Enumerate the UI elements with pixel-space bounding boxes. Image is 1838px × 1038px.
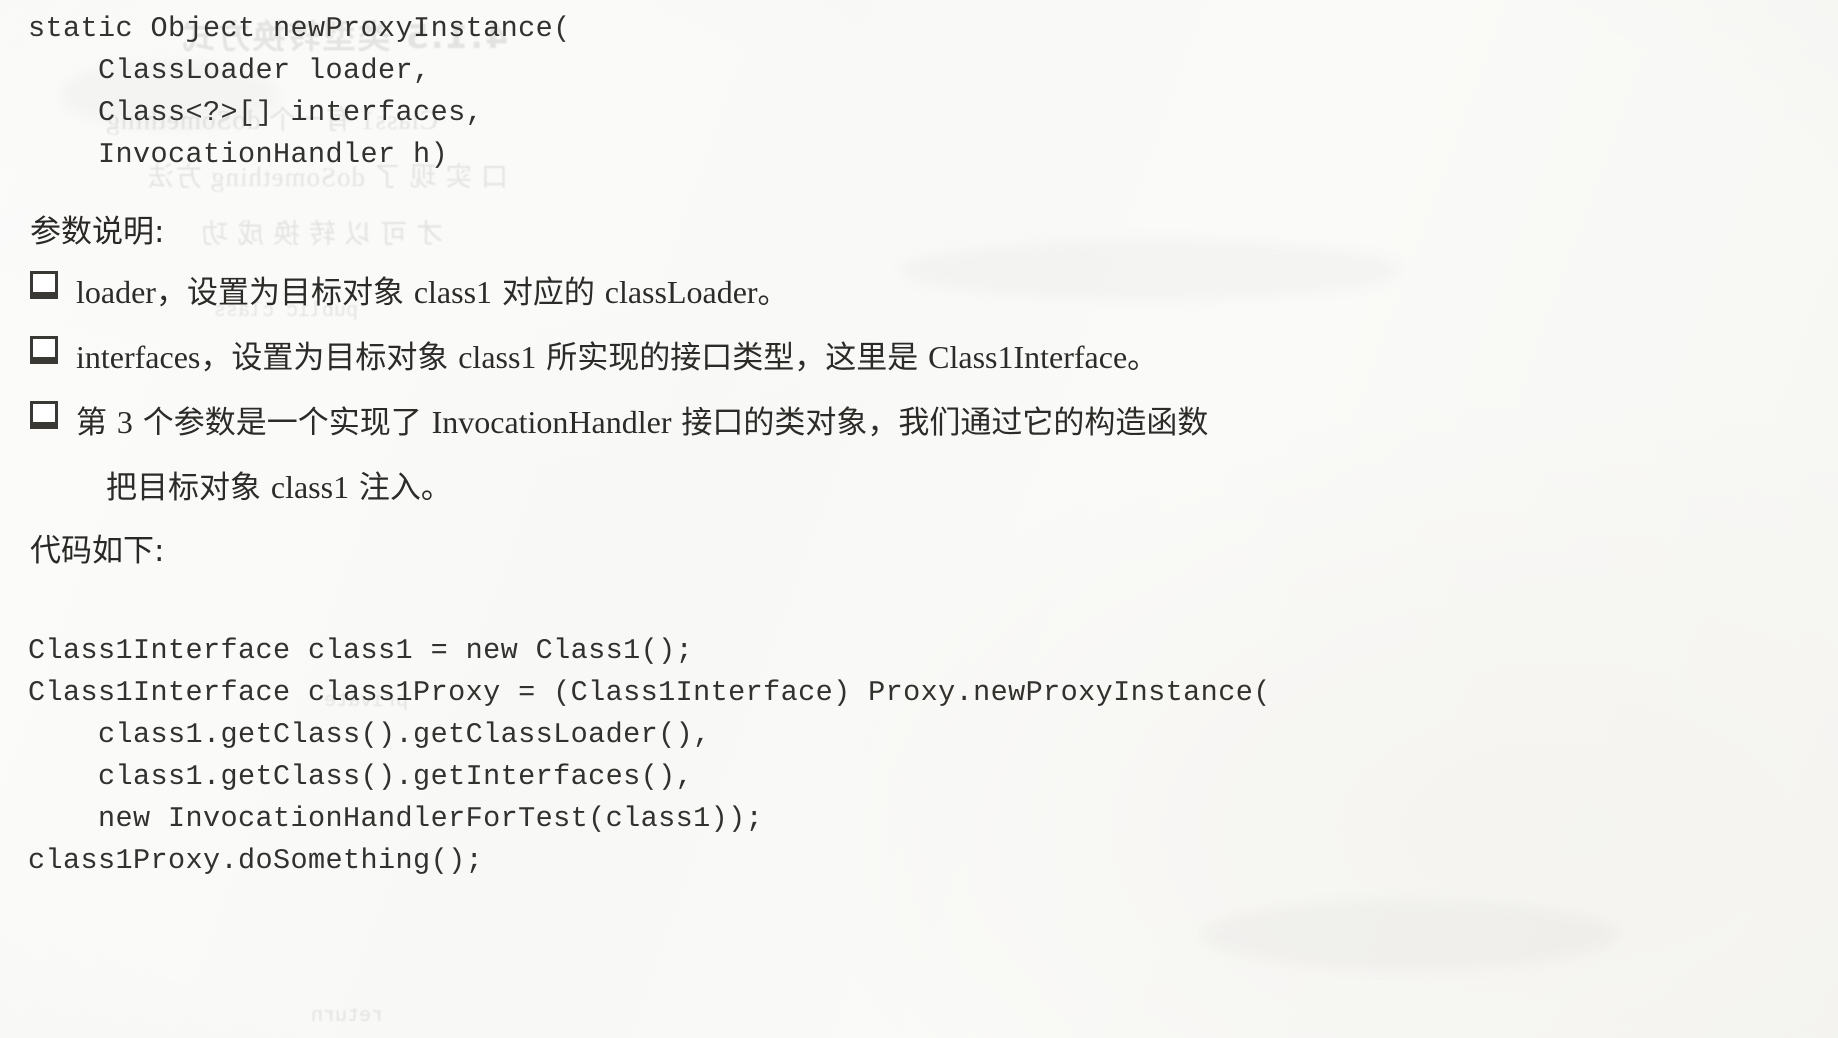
code-line: static Object newProxyInstance( bbox=[28, 12, 571, 45]
param-name: loader bbox=[76, 274, 156, 310]
code-line: class1.getClass().getInterfaces(), bbox=[28, 760, 694, 793]
hollow-square-bullet-icon bbox=[30, 271, 58, 299]
param-desc: 对应的 bbox=[492, 275, 605, 311]
list-item: interfaces，设置为目标对象 class1 所实现的接口类型，这里是 C… bbox=[30, 332, 1158, 383]
param-desc: class1 bbox=[270, 469, 350, 505]
param-desc: 。 bbox=[757, 275, 789, 311]
scanned-page: 4.1.5 类型转换方式 Class1 有一个 doSomething 口 实 … bbox=[0, 0, 1838, 1038]
code-line: Class1Interface class1Proxy = (Class1Int… bbox=[28, 676, 1271, 709]
code-line: class1.getClass().getClassLoader(), bbox=[28, 718, 711, 751]
list-item-text: 第 3 个参数是一个实现了 InvocationHandler 接口的类对象，我… bbox=[76, 397, 1208, 448]
param-desc: 个参数是一个实现了 bbox=[132, 405, 432, 441]
param-index: 3 bbox=[116, 404, 133, 440]
param-desc: ，设置为目标对象 bbox=[200, 340, 459, 376]
list-item: loader，设置为目标对象 class1 对应的 classLoader。 bbox=[30, 267, 789, 318]
code-line: class1Proxy.doSomething(); bbox=[28, 844, 484, 877]
list-item-text: loader，设置为目标对象 class1 对应的 classLoader。 bbox=[76, 267, 789, 318]
code-line: InvocationHandler h) bbox=[28, 138, 449, 171]
param-desc: 所实现的接口类型，这里是 bbox=[536, 340, 929, 376]
param-desc: InvocationHandler bbox=[431, 404, 672, 440]
param-desc: 。 bbox=[1127, 340, 1159, 376]
param-desc: 注入。 bbox=[349, 470, 452, 506]
code-heading: 代码如下: bbox=[30, 533, 165, 569]
list-item-continuation: 把目标对象 class1 注入。 bbox=[106, 462, 452, 507]
params-heading: 参数说明: bbox=[30, 214, 165, 250]
param-desc: class1 bbox=[458, 339, 537, 375]
list-item: 第 3 个参数是一个实现了 InvocationHandler 接口的类对象，我… bbox=[30, 397, 1208, 448]
code-line: Class<?>[] interfaces, bbox=[28, 96, 484, 129]
code-line: new InvocationHandlerForTest(class1)); bbox=[28, 802, 764, 835]
page-content: static Object newProxyInstance( ClassLoa… bbox=[0, 0, 1838, 1038]
param-desc: ，设置为目标对象 bbox=[155, 275, 414, 311]
param-name: interfaces bbox=[76, 339, 201, 375]
param-desc: 把目标对象 bbox=[106, 470, 271, 506]
param-desc: 第 bbox=[76, 405, 117, 441]
hollow-square-bullet-icon bbox=[30, 336, 58, 364]
param-desc: class1 bbox=[413, 274, 493, 310]
code-line: ClassLoader loader, bbox=[28, 54, 431, 87]
list-item-text: interfaces，设置为目标对象 class1 所实现的接口类型，这里是 C… bbox=[76, 332, 1158, 383]
code-line: Class1Interface class1 = new Class1(); bbox=[28, 634, 694, 667]
param-desc: Class1Interface bbox=[928, 339, 1128, 375]
param-desc: classLoader bbox=[604, 274, 758, 310]
hollow-square-bullet-icon bbox=[30, 401, 58, 429]
param-desc: 接口的类对象，我们通过它的构造函数 bbox=[671, 405, 1209, 441]
